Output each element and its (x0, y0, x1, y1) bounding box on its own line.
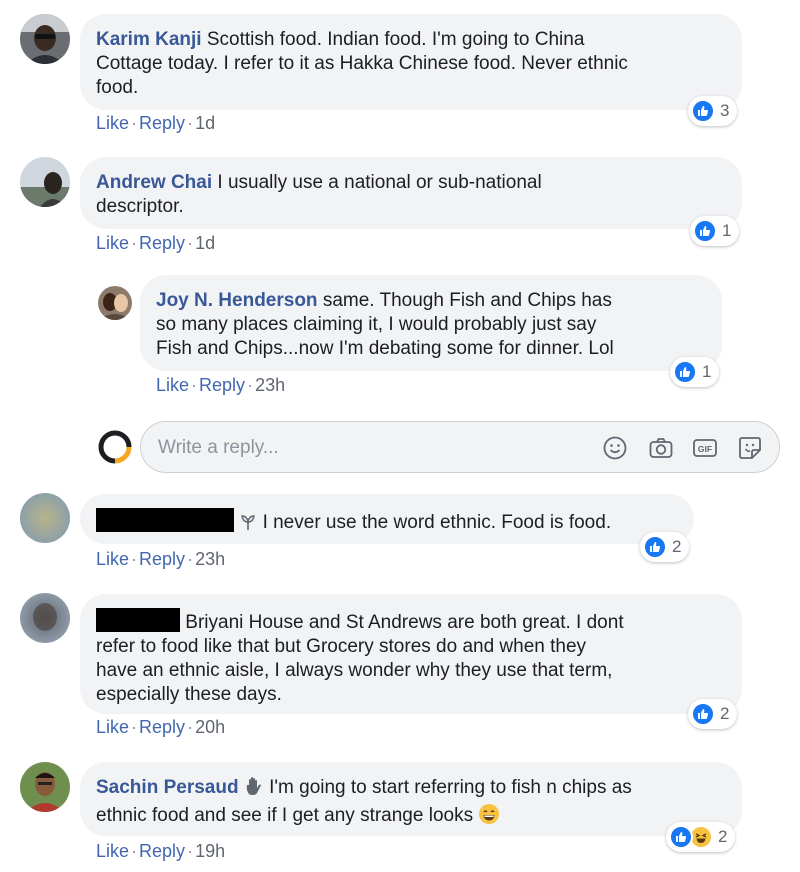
reply-input[interactable] (158, 434, 578, 462)
comment-bubble: Briyani House and St Andrews are both gr… (80, 594, 742, 714)
separator: · (187, 841, 194, 861)
comment-actions: Like · Reply · 1d (96, 113, 215, 134)
separator: · (247, 375, 254, 395)
like-reaction-icon (673, 360, 697, 384)
comment-actions: Like · Reply · 19h (96, 841, 225, 862)
separator: · (187, 113, 194, 133)
reaction-total: 1 (702, 362, 712, 381)
reaction-count[interactable]: 2 (640, 532, 690, 562)
separator: · (187, 549, 194, 569)
reaction-total: 1 (722, 221, 732, 240)
timestamp[interactable]: 1d (195, 233, 215, 253)
timestamp[interactable]: 23h (255, 375, 285, 395)
current-user-avatar (98, 430, 132, 464)
redacted-author (96, 508, 234, 532)
avatar[interactable] (20, 762, 70, 812)
timestamp[interactable]: 23h (195, 549, 225, 569)
separator: · (131, 841, 138, 861)
reaction-total: 3 (720, 101, 730, 120)
svg-text:GIF: GIF (698, 444, 712, 454)
comment-author[interactable]: Sachin Persaud (96, 777, 239, 798)
like-link[interactable]: Like (96, 233, 129, 253)
separator: · (131, 233, 138, 253)
separator: · (131, 549, 138, 569)
like-reaction-icon (693, 219, 717, 243)
gif-icon[interactable]: GIF (692, 435, 718, 461)
separator: · (187, 717, 194, 737)
like-link[interactable]: Like (96, 841, 129, 861)
emoji-icon[interactable] (602, 435, 628, 461)
reply-link[interactable]: Reply (139, 549, 185, 569)
avatar[interactable] (98, 286, 132, 320)
reply-link[interactable]: Reply (139, 717, 185, 737)
reaction-total: 2 (718, 827, 728, 846)
like-reaction-icon (643, 535, 667, 559)
comment-text: I'm going to start referring to fish n c… (269, 777, 632, 798)
separator: · (191, 375, 198, 395)
reaction-count[interactable]: 2 (688, 699, 738, 729)
grinning-emoji-icon (478, 803, 500, 832)
comment-author[interactable]: Karim Kanji (96, 29, 202, 50)
comment-text: have an ethnic aisle, I always wonder wh… (96, 660, 613, 681)
camera-icon[interactable] (648, 435, 674, 461)
separator: · (131, 113, 138, 133)
reaction-total: 2 (672, 537, 682, 556)
comment-bubble: I never use the word ethnic. Food is foo… (80, 494, 694, 544)
reply-link[interactable]: Reply (139, 841, 185, 861)
like-reaction-icon (669, 825, 693, 849)
reaction-count[interactable]: 1 (690, 216, 740, 246)
redacted-author (96, 608, 180, 632)
like-link[interactable]: Like (96, 717, 129, 737)
like-reaction-icon (691, 702, 715, 726)
reply-link[interactable]: Reply (139, 233, 185, 253)
like-link[interactable]: Like (96, 549, 129, 569)
comment-text: Briyani House and St Andrews are both gr… (185, 612, 624, 633)
reaction-total: 2 (720, 704, 730, 723)
comment-author[interactable]: Andrew Chai (96, 172, 212, 193)
reply-link[interactable]: Reply (139, 113, 185, 133)
avatar[interactable] (20, 157, 70, 207)
reply-link[interactable]: Reply (199, 375, 245, 395)
sticker-icon[interactable] (737, 435, 763, 461)
comment-text: Scottish food. Indian food. I'm going to… (206, 29, 585, 50)
comment-actions: Like · Reply · 23h (96, 549, 225, 570)
avatar[interactable] (20, 593, 70, 643)
avatar[interactable] (20, 493, 70, 543)
reply-bubble: Joy N. Henderson same. Though Fish and C… (140, 275, 722, 371)
comment-actions: Like · Reply · 20h (96, 717, 225, 738)
like-reaction-icon (691, 99, 715, 123)
timestamp[interactable]: 1d (195, 113, 215, 133)
reply-text: same. Though Fish and Chips has (322, 290, 612, 311)
reply-text: so many places claiming it, I would prob… (156, 314, 597, 335)
comment-text: food. (96, 77, 139, 98)
reply-composer[interactable]: GIF (140, 421, 780, 473)
comment-bubble: Andrew Chai I usually use a national or … (80, 157, 742, 229)
comment-text: I never use the word ethnic. Food is foo… (262, 512, 612, 533)
like-link[interactable]: Like (156, 375, 189, 395)
reaction-count[interactable]: 2 (666, 822, 736, 852)
comment-text: refer to food like that but Grocery stor… (96, 636, 587, 657)
comment-bubble: Sachin Persaud I'm going to start referr… (80, 762, 742, 836)
avatar[interactable] (20, 14, 70, 64)
timestamp[interactable]: 19h (195, 841, 225, 861)
reply-actions: Like · Reply · 23h (156, 375, 285, 396)
reply-author[interactable]: Joy N. Henderson (156, 290, 318, 311)
comment-text: Cottage today. I refer to it as Hakka Ch… (96, 53, 628, 74)
timestamp[interactable]: 20h (195, 717, 225, 737)
wave-hand-icon (244, 776, 264, 803)
separator: · (187, 233, 194, 253)
like-link[interactable]: Like (96, 113, 129, 133)
comment-text: descriptor. (96, 196, 184, 217)
separator: · (131, 717, 138, 737)
comment-actions: Like · Reply · 1d (96, 233, 215, 254)
reaction-count[interactable]: 1 (670, 357, 720, 387)
comment-bubble: Karim Kanji Scottish food. Indian food. … (80, 14, 742, 110)
reaction-count[interactable]: 3 (688, 96, 738, 126)
reply-text: Fish and Chips...now I'm debating some f… (156, 338, 614, 359)
comment-text: ethnic food and see if I get any strange… (96, 805, 474, 826)
sprout-icon (239, 513, 257, 538)
comment-text: especially these days. (96, 684, 282, 705)
comment-text: I usually use a national or sub-national (217, 172, 542, 193)
